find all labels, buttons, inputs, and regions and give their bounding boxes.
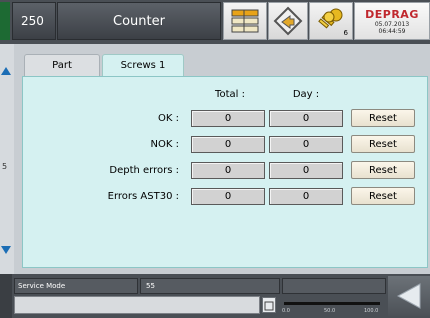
- mode-value-cell: [140, 278, 280, 294]
- column-header-total: Total :: [215, 89, 245, 100]
- left-scroll-strip: 5: [0, 44, 15, 274]
- arrow-up-icon: [1, 67, 11, 75]
- back-button[interactable]: [388, 276, 430, 316]
- message-icon: [264, 301, 274, 311]
- status-left-edge: [0, 274, 12, 318]
- brand-clock-box: DEPRAG 05.07.2013 06:44:59: [354, 2, 430, 40]
- depth-errors-reset-button[interactable]: Reset: [351, 161, 415, 179]
- depth-errors-day-value: 0: [269, 162, 343, 179]
- header-bar: 250 Counter 6 DEPRAG 05.07.2013 06:44:59: [0, 0, 430, 44]
- depth-errors-total-value: 0: [191, 162, 265, 179]
- errors-ast30-reset-button[interactable]: Reset: [351, 187, 415, 205]
- mode-label: Service Mode: [18, 282, 66, 290]
- direction-sign-icon: [273, 6, 303, 36]
- scale-label-50: 50.0: [324, 308, 336, 314]
- scale-label-0: 0.0: [282, 308, 290, 314]
- keys-icon: [318, 8, 343, 29]
- row-label-errors-ast30: Errors AST30 :: [107, 191, 179, 202]
- nok-day-value: 0: [269, 136, 343, 153]
- row-label-nok: NOK :: [150, 139, 179, 150]
- errors-ast30-day-value: 0: [269, 188, 343, 205]
- message-field: [14, 296, 260, 314]
- ok-day-value: 0: [269, 110, 343, 127]
- status-cell-right: [282, 278, 386, 294]
- row-label-ok: OK :: [158, 113, 179, 124]
- nok-total-value: 0: [191, 136, 265, 153]
- mode-value: 55: [146, 282, 155, 290]
- ok-reset-button[interactable]: Reset: [351, 109, 415, 127]
- deprag-logo: DEPRAG: [365, 7, 419, 21]
- errors-ast30-total-value: 0: [191, 188, 265, 205]
- user-level: 6: [343, 29, 348, 37]
- row-label-depth-errors: Depth errors :: [109, 165, 179, 176]
- progress-gauge: 0.0 50.0 100.0: [280, 296, 386, 316]
- login-button[interactable]: 6: [309, 2, 353, 40]
- header-left-edge: [0, 2, 10, 40]
- current-time: 06:44:59: [378, 27, 406, 35]
- current-date: 05.07.2013: [374, 20, 410, 28]
- page-title: Counter: [57, 2, 221, 40]
- station-number: 250: [12, 2, 56, 40]
- arrow-down-icon: [1, 246, 11, 254]
- scroll-down-button[interactable]: [0, 242, 12, 256]
- side-marker: 5: [2, 162, 8, 171]
- ok-total-value: 0: [191, 110, 265, 127]
- scroll-up-button[interactable]: [0, 64, 12, 78]
- status-bar: Service Mode 55 0.0 50.0 100.0: [0, 274, 430, 318]
- column-header-day: Day :: [292, 89, 320, 100]
- scale-label-100: 100.0: [364, 308, 379, 314]
- tab-part[interactable]: Part: [24, 54, 100, 76]
- list-icon: [231, 9, 259, 33]
- progress-track: [284, 302, 380, 305]
- navigation-button[interactable]: [268, 2, 308, 40]
- tab-screws-1[interactable]: Screws 1: [102, 54, 184, 76]
- back-arrow-icon: [396, 283, 421, 309]
- counter-panel: Total : Day : OK : 0 0 Reset NOK : 0 0 R…: [22, 76, 428, 268]
- message-button[interactable]: [262, 297, 276, 313]
- list-view-button[interactable]: [223, 2, 267, 40]
- nok-reset-button[interactable]: Reset: [351, 135, 415, 153]
